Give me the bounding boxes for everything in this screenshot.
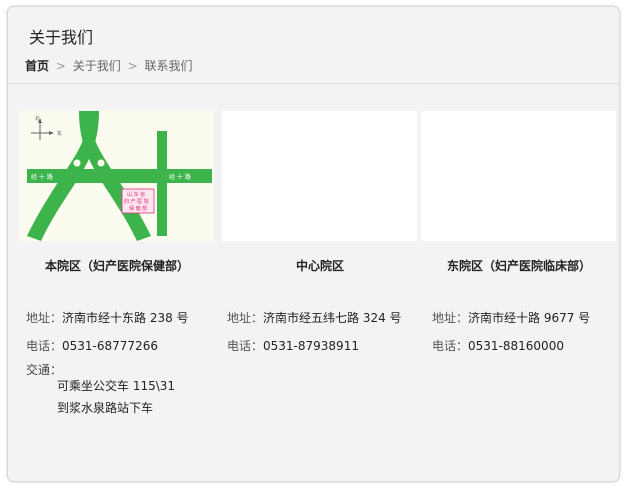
address-row: 地址：济南市经十东路 238 号 — [26, 309, 189, 326]
interchange-loop — [73, 185, 81, 193]
transport-line: 到浆水泉路站下车 — [57, 401, 154, 415]
hospital-label-line: 山 东 省 — [127, 191, 145, 198]
breadcrumb-separator: > — [55, 59, 66, 73]
compass-east-label: 东 — [57, 130, 62, 137]
header-divider — [8, 83, 619, 84]
transport-label: 交通： — [26, 363, 63, 377]
campus-center: 中心院区 — [222, 111, 418, 273]
campus-name: 中心院区 — [295, 259, 344, 273]
phone-row: 电话：0531-88160000 — [432, 337, 564, 354]
phone-row: 电话：0531-68777266 — [26, 337, 158, 354]
interchange-loop — [97, 159, 105, 167]
address-row: 地址：济南市经五纬七路 324 号 — [227, 309, 402, 326]
phone-value: 0531-88160000 — [468, 339, 564, 353]
about-panel: 关于我们 首页 > 关于我们 > 联系我们 北 东 经 十 路 经 十 路 山 … — [7, 6, 620, 482]
hospital-label-line: 妇 产 医 院 — [124, 198, 149, 205]
road-vertical — [157, 131, 167, 236]
address-label: 地址： — [227, 311, 264, 325]
campus-east: 东院区（妇产医院临床部） — [421, 111, 617, 273]
campus-map-east — [421, 111, 616, 241]
address-row: 地址：济南市经十路 9677 号 — [432, 309, 590, 326]
phone-value: 0531-68777266 — [62, 339, 158, 353]
campus-name: 东院区（妇产医院临床部） — [446, 259, 591, 273]
campus-map-main: 北 东 经 十 路 经 十 路 山 东 省 妇 产 医 院 保 健 部 — [19, 111, 214, 241]
address-label: 地址： — [432, 311, 469, 325]
address-value: 济南市经十路 9677 号 — [468, 311, 591, 325]
campus-name: 本院区（妇产医院保健部） — [44, 259, 189, 273]
breadcrumb-about-link[interactable]: 关于我们 — [73, 59, 121, 73]
address-value: 济南市经十东路 238 号 — [62, 311, 189, 325]
address-label: 地址： — [26, 311, 63, 325]
road-label-jingshi: 经 十 路 — [31, 173, 53, 181]
compass-north-label: 北 — [35, 115, 40, 122]
breadcrumb: 首页 > 关于我们 > 联系我们 — [25, 57, 192, 74]
panel-title: 关于我们 — [29, 28, 94, 47]
phone-label: 电话： — [26, 339, 63, 353]
phone-label: 电话： — [432, 339, 469, 353]
transport-line: 可乘坐公交车 115\31 — [57, 379, 176, 393]
breadcrumb-home-link[interactable]: 首页 — [25, 59, 49, 73]
campus-main: 北 东 经 十 路 经 十 路 山 东 省 妇 产 医 院 保 健 部 本院区（… — [19, 111, 215, 273]
breadcrumb-current: 联系我们 — [144, 59, 193, 73]
road-label-jingshi-right: 经 十 路 — [169, 173, 191, 181]
interchange-loop — [97, 185, 105, 193]
phone-value: 0531-87938911 — [263, 339, 359, 353]
phone-row: 电话：0531-87938911 — [227, 337, 359, 354]
breadcrumb-separator: > — [127, 59, 138, 73]
address-value: 济南市经五纬七路 324 号 — [263, 311, 402, 325]
campus-map-center — [222, 111, 417, 241]
phone-label: 电话： — [227, 339, 264, 353]
interchange-loop — [73, 159, 81, 167]
hospital-label-line: 保 健 部 — [129, 205, 147, 212]
